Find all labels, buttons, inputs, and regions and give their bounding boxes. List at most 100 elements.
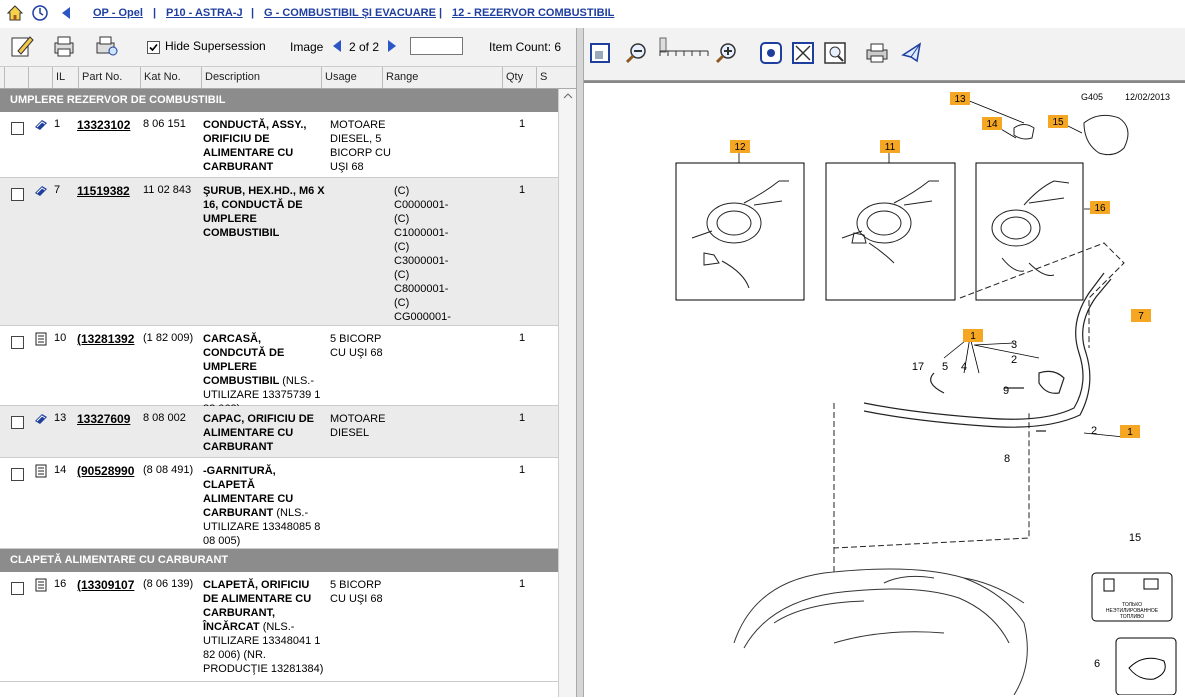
row-part-number-link[interactable]: 11519382: [77, 184, 130, 198]
zoom-region-icon[interactable]: [823, 41, 847, 65]
parts-toolbar: Hide Supersession Image 2 of 2 Item Coun…: [0, 28, 576, 67]
breadcrumb-model[interactable]: P10 - ASTRA-J: [166, 7, 243, 19]
col-header-s[interactable]: S: [536, 67, 558, 88]
zoom-slider[interactable]: [656, 36, 712, 68]
row-qty: 1: [519, 332, 526, 344]
diagram-code: G405: [1081, 92, 1103, 102]
back-arrow-icon[interactable]: [57, 4, 75, 22]
row-select-checkbox[interactable]: [11, 468, 24, 481]
fit-window-icon[interactable]: [588, 41, 612, 65]
col-header-part-no[interactable]: Part No.: [78, 67, 140, 88]
row-description: CARCASĂ, CONDCUTĂ DE UMPLERE COMBUSTIBIL…: [203, 332, 325, 416]
col-header-usage[interactable]: Usage: [321, 67, 382, 88]
table-row[interactable]: 13 13327609 8 08 002 CAPAC, ORIFICIU DE …: [0, 406, 558, 458]
zoom-in-icon[interactable]: [714, 41, 738, 65]
row-part-number-link[interactable]: (90528990: [77, 464, 134, 478]
callout-number[interactable]: 1: [1127, 427, 1133, 438]
print-preview-icon[interactable]: [93, 33, 121, 59]
parts-list: UMPLERE REZERVOR DE COMBUSTIBIL 1 133231…: [0, 89, 558, 697]
callout-number[interactable]: 17: [912, 361, 924, 373]
callout-number[interactable]: 2: [1091, 425, 1097, 437]
row-il: 1: [54, 118, 61, 130]
home-icon[interactable]: [6, 4, 24, 22]
row-part-number-link[interactable]: 13323102: [77, 118, 130, 132]
row-usage: MOTOARE DIESEL, 5 BICORP CU UŞI 68: [330, 119, 391, 173]
edit-notes-icon[interactable]: [8, 33, 36, 59]
row-description-text: CONDUCTĂ, ASSY., ORIFICIU DE ALIMENTARE …: [203, 119, 307, 173]
callout-number[interactable]: 3: [1011, 339, 1017, 351]
pan-center-icon[interactable]: [759, 41, 783, 65]
callout-number[interactable]: 8: [1004, 453, 1010, 465]
row-part-number-link[interactable]: 13327609: [77, 412, 130, 426]
callout-number[interactable]: 6: [1094, 658, 1100, 670]
row-description: -GARNITURĂ, CLAPETĂ ALIMENTARE CU CARBUR…: [203, 464, 325, 548]
document-list-icon[interactable]: [33, 332, 49, 346]
part-book-icon[interactable]: [33, 118, 49, 132]
row-kat-no: 8 08 002: [143, 412, 186, 424]
document-list-icon[interactable]: [33, 464, 49, 478]
callout-number[interactable]: 9: [1003, 385, 1009, 397]
column-headers: IL Part No. Kat No. Description Usage Ra…: [0, 67, 576, 89]
breadcrumb-make[interactable]: OP - Opel: [93, 7, 143, 19]
callout-number[interactable]: 14: [986, 119, 998, 130]
image-page-input[interactable]: [410, 37, 463, 55]
row-select-checkbox[interactable]: [11, 416, 24, 429]
callout-number[interactable]: 1: [970, 331, 976, 342]
row-select-checkbox[interactable]: [11, 122, 24, 135]
table-row[interactable]: 7 11519382 11 02 843 ŞURUB, HEX.HD., M6 …: [0, 178, 558, 326]
breadcrumb-group[interactable]: G - COMBUSTIBIL ŞI EVACUARE: [264, 7, 436, 19]
callout-number[interactable]: 2: [1011, 354, 1017, 366]
callout-number[interactable]: 15: [1129, 532, 1141, 544]
parts-list-panel: Hide Supersession Image 2 of 2 Item Coun…: [0, 28, 577, 697]
detail-box-11: [825, 162, 956, 301]
callout-number[interactable]: 15: [1052, 117, 1064, 128]
callout-number[interactable]: 7: [1138, 311, 1144, 322]
row-kat-no: 8 06 151: [143, 118, 186, 130]
exploded-view-drawing[interactable]: G405 12/02/2013 ТОЛЬКО НЕЭТИЛИРОВАННОЕ Т…: [584, 83, 1181, 696]
row-il: 16: [54, 578, 67, 590]
col-header-il[interactable]: IL: [52, 67, 78, 88]
callout-number[interactable]: 4: [961, 361, 967, 373]
row-select-checkbox[interactable]: [11, 582, 24, 595]
send-email-icon[interactable]: [900, 41, 924, 65]
hide-supersession-checkbox[interactable]: [147, 41, 160, 54]
previous-image-icon[interactable]: [332, 39, 342, 53]
table-row[interactable]: 10 (13281392 (1 82 009) CARCASĂ, CONDCUT…: [0, 326, 558, 415]
row-part-number-link[interactable]: (13281392: [77, 332, 134, 346]
callout-number[interactable]: 12: [734, 142, 746, 153]
callout-number[interactable]: 13: [954, 94, 966, 105]
row-select-checkbox[interactable]: [11, 188, 24, 201]
next-image-icon[interactable]: [387, 39, 397, 53]
col-header-qty[interactable]: Qty: [502, 67, 536, 88]
diagram-panel: G405 12/02/2013 ТОЛЬКО НЕЭТИЛИРОВАННОЕ Т…: [584, 28, 1185, 697]
col-header-description[interactable]: Description: [201, 67, 321, 88]
table-row[interactable]: 16 (13309107 (8 06 139) CLAPETĂ, ORIFICI…: [0, 572, 558, 682]
scroll-up-icon[interactable]: [559, 89, 577, 103]
print-list-icon[interactable]: [50, 33, 78, 59]
zoom-out-icon[interactable]: [624, 41, 648, 65]
part-book-icon[interactable]: [33, 184, 49, 198]
print-diagram-icon[interactable]: [865, 41, 889, 65]
table-row[interactable]: 1 13323102 8 06 151 CONDUCTĂ, ASSY., ORI…: [0, 112, 558, 178]
list-scrollbar[interactable]: [558, 89, 577, 697]
col-header-range[interactable]: Range: [382, 67, 502, 88]
callout-number[interactable]: 16: [1094, 203, 1106, 214]
panel-splitter[interactable]: [576, 28, 584, 697]
section-header: UMPLERE REZERVOR DE COMBUSTIBIL: [0, 89, 558, 112]
history-clock-icon[interactable]: [31, 4, 49, 22]
table-row[interactable]: 14 (90528990 (8 08 491) -GARNITURĂ, CLAP…: [0, 458, 558, 549]
callout-number[interactable]: 11: [885, 142, 896, 153]
callout-number[interactable]: 5: [942, 361, 948, 373]
breadcrumb-section[interactable]: 12 - REZERVOR COMBUSTIBIL: [452, 7, 614, 19]
part-book-icon[interactable]: [33, 412, 49, 426]
col-header-icon[interactable]: [28, 67, 52, 88]
document-list-icon[interactable]: [33, 578, 49, 592]
row-select-checkbox[interactable]: [11, 336, 24, 349]
col-header-select[interactable]: [4, 67, 28, 88]
hide-supersession-label: Hide Supersession: [165, 39, 266, 53]
image-page-indicator: 2 of 2: [349, 40, 380, 54]
hotspot-toggle-icon[interactable]: [791, 41, 815, 65]
row-qty: 1: [519, 184, 526, 196]
col-header-kat-no[interactable]: Kat No.: [140, 67, 201, 88]
row-part-number-link[interactable]: (13309107: [77, 578, 134, 592]
